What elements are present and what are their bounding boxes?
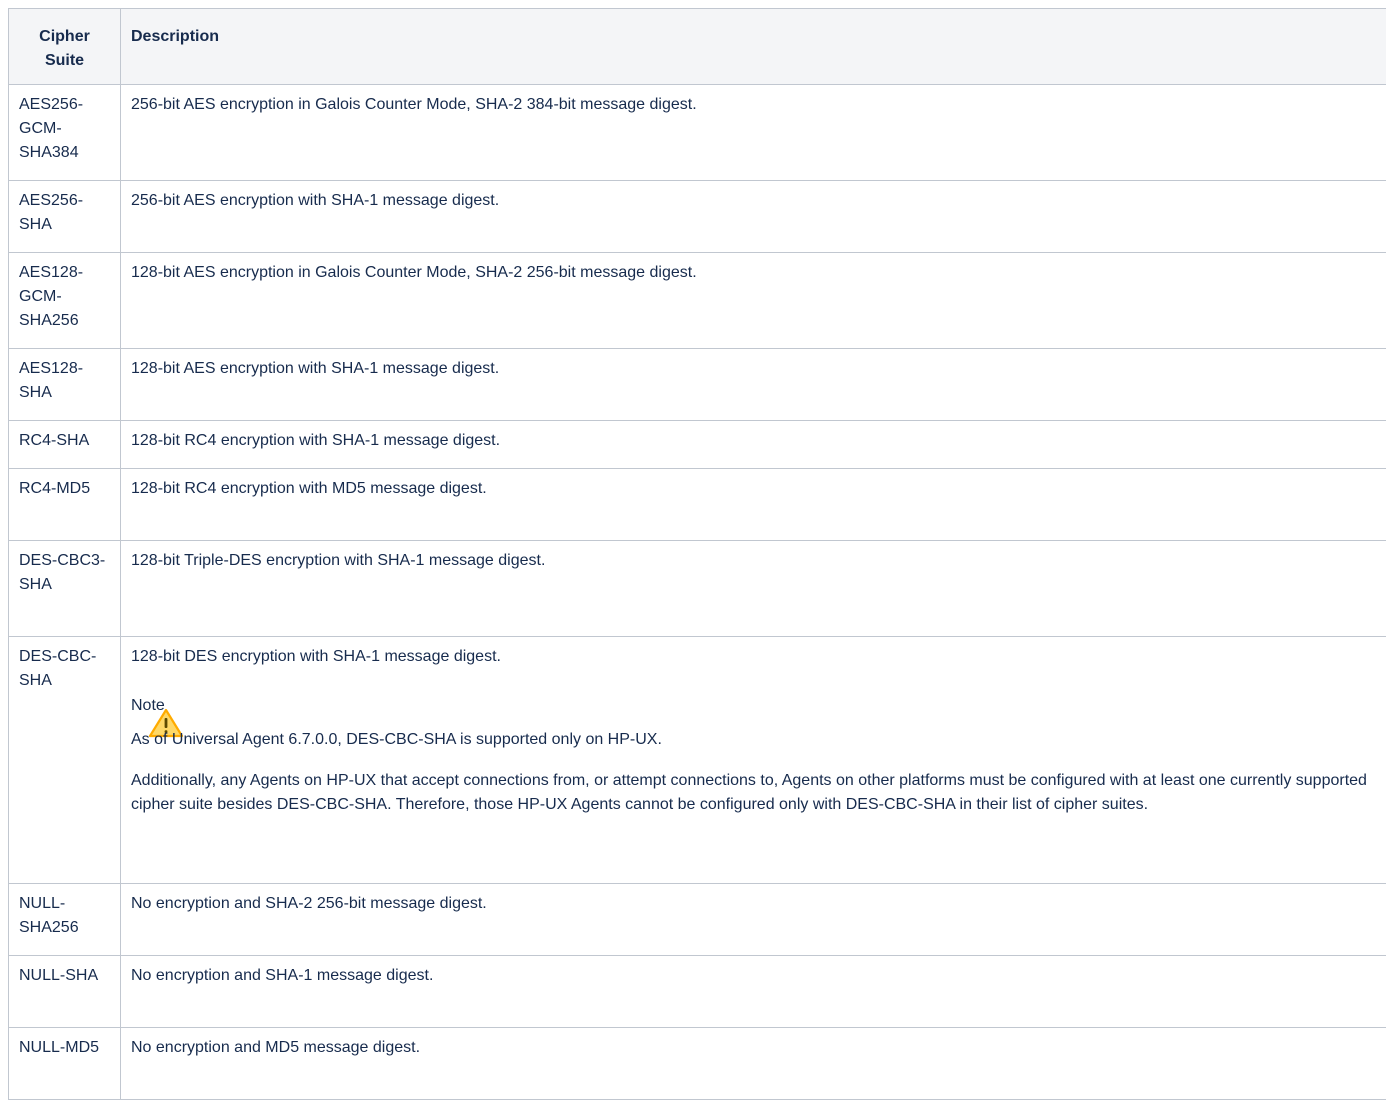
note-title: Note [131, 694, 1376, 718]
table-row: AES256-SHA 256-bit AES encryption with S… [9, 181, 1386, 253]
cipher-suite-cell: NULL-SHA256 [9, 884, 121, 956]
table-row: AES128-SHA 128-bit AES encryption with S… [9, 349, 1386, 421]
header-description: Description [121, 9, 1386, 85]
table-row: AES128-GCM-SHA256 128-bit AES encryption… [9, 253, 1386, 349]
description-cell: No encryption and SHA-1 message digest. [121, 956, 1386, 1028]
table-row: NULL-MD5 No encryption and MD5 message d… [9, 1028, 1386, 1100]
cipher-suite-table: Cipher Suite Description AES256-GCM-SHA3… [8, 8, 1386, 1100]
table-header-row: Cipher Suite Description [9, 9, 1386, 85]
cipher-suite-cell: DES-CBC-SHA [9, 637, 121, 884]
table-row: AES256-GCM-SHA384 256-bit AES encryption… [9, 85, 1386, 181]
description-text: 128-bit DES encryption with SHA-1 messag… [131, 645, 1376, 669]
table-row: DES-CBC3-SHA 128-bit Triple-DES encrypti… [9, 541, 1386, 637]
description-cell: 128-bit RC4 encryption with SHA-1 messag… [121, 421, 1386, 469]
table-row: DES-CBC-SHA 128-bit DES encryption with … [9, 637, 1386, 884]
cipher-suite-cell: AES128-GCM-SHA256 [9, 253, 121, 349]
header-cipher-suite: Cipher Suite [9, 9, 121, 85]
description-cell: No encryption and SHA-2 256-bit message … [121, 884, 1386, 956]
cipher-suite-cell: AES256-SHA [9, 181, 121, 253]
table-row: NULL-SHA No encryption and SHA-1 message… [9, 956, 1386, 1028]
cipher-suite-cell: AES128-SHA [9, 349, 121, 421]
table-row: RC4-MD5 128-bit RC4 encryption with MD5 … [9, 469, 1386, 541]
note-line: As of Universal Agent 6.7.0.0, DES-CBC-S… [131, 728, 1376, 752]
description-cell: 128-bit Triple-DES encryption with SHA-1… [121, 541, 1386, 637]
table-row: RC4-SHA 128-bit RC4 encryption with SHA-… [9, 421, 1386, 469]
description-cell: 128-bit DES encryption with SHA-1 messag… [121, 637, 1386, 884]
cipher-suite-cell: NULL-MD5 [9, 1028, 121, 1100]
description-cell: 128-bit AES encryption in Galois Counter… [121, 253, 1386, 349]
note-paragraph: Additionally, any Agents on HP-UX that a… [131, 769, 1376, 817]
cipher-suite-cell: NULL-SHA [9, 956, 121, 1028]
table-row: NULL-SHA256 No encryption and SHA-2 256-… [9, 884, 1386, 956]
cipher-suite-cell: AES256-GCM-SHA384 [9, 85, 121, 181]
description-cell: 128-bit AES encryption with SHA-1 messag… [121, 349, 1386, 421]
description-cell: 256-bit AES encryption in Galois Counter… [121, 85, 1386, 181]
cipher-suite-cell: RC4-MD5 [9, 469, 121, 541]
description-cell: No encryption and MD5 message digest. [121, 1028, 1386, 1100]
description-cell: 256-bit AES encryption with SHA-1 messag… [121, 181, 1386, 253]
cipher-suite-cell: RC4-SHA [9, 421, 121, 469]
cipher-suite-cell: DES-CBC3-SHA [9, 541, 121, 637]
description-cell: 128-bit RC4 encryption with MD5 message … [121, 469, 1386, 541]
warning-note: Note As of Universal Agent 6.7.0.0, DES-… [131, 694, 1376, 817]
